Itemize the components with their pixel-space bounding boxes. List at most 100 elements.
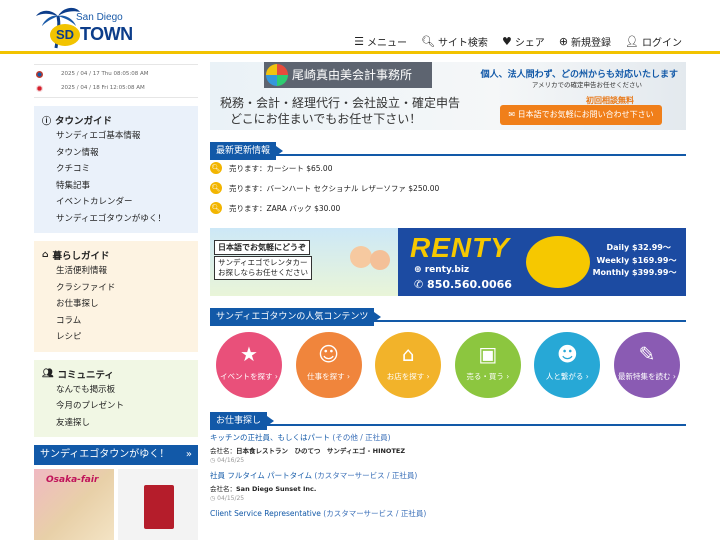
sidebar-item-town-goes[interactable]: サンディエゴタウンがゆく！ xyxy=(42,211,190,228)
jobs-list: キッチンの正社員、もしくはパート (その他 / 正社員) 会社名：日本食レストラ… xyxy=(210,432,686,519)
job-item: キッチンの正社員、もしくはパート (その他 / 正社員) 会社名：日本食レストラ… xyxy=(210,432,686,464)
find-jobs-button[interactable]: ☺ 仕事を探す › xyxy=(295,332,362,398)
search-icon: 🔍︎ xyxy=(210,202,222,214)
nav-login[interactable]: 👤︎ ログイン xyxy=(625,34,682,49)
read-features-button[interactable]: ✎ 最新特集を読む › xyxy=(613,332,680,398)
news-item[interactable]: 🔍︎ 売ります：カーシート $65.00 xyxy=(210,158,686,178)
job-company-label: 会社名： xyxy=(210,447,236,455)
job-title-link[interactable]: Client Service Representative (カスタマーサービス… xyxy=(210,508,686,519)
ad2-box2: サンディエゴでレンタカー お探しならお任せください xyxy=(214,256,312,280)
page: San Diego SD TOWN ☰ メニュー 🔍︎ サイト検索 ♥ シェア … xyxy=(0,0,720,540)
news-item[interactable]: 🔍︎ 売ります：バーンハート セクショナル レザーソファ $250.00 xyxy=(210,178,686,198)
users-icon: 👥︎ xyxy=(42,368,54,379)
us-flag-icon xyxy=(36,70,43,78)
ad2-rates: Daily $32.99〜 Weekly $169.99〜 Monthly $3… xyxy=(593,242,682,280)
sidebar-item-recipe[interactable]: レシピ xyxy=(42,329,190,346)
logo-city: San Diego xyxy=(76,12,123,23)
ad1-cta-label: 日本語でお気軽にお問い合わせ下さい xyxy=(517,110,654,119)
ad-renty-banner[interactable]: 日本語でお気軽にどうぞ サンディエゴでレンタカー お探しならお任せください RE… xyxy=(210,228,686,296)
sidebar-item-board[interactable]: なんでも掲示板 xyxy=(42,382,190,399)
find-events-button[interactable]: ★ イベントを探す › xyxy=(216,332,282,398)
mail-icon: ✉ xyxy=(508,110,518,119)
community-panel: 👥︎ コミュニティ なんでも掲示板 今月のプレゼント 友達探し xyxy=(34,359,198,437)
popular-contents: ★ イベントを探す › ☺ 仕事を探す › ⌂ お店を探す › ▣ 売る・買う … xyxy=(210,332,686,398)
connect-people-label: 人と繋がる › xyxy=(545,372,589,381)
sidebar-item-jobs[interactable]: お仕事探し xyxy=(42,296,190,313)
logo-town: TOWN xyxy=(80,24,133,44)
job-category: (カスタマーサービス / 正社員) xyxy=(314,471,418,480)
find-jobs-label: 仕事を探す › xyxy=(307,372,351,381)
rate-label: Monthly xyxy=(592,268,630,277)
thumb-passport[interactable] xyxy=(118,469,198,540)
town-guide-panel: ⓘ タウンガイド サンディエゴ基本情報 タウン情報 クチコミ 特集記事 イベント… xyxy=(34,106,198,233)
job-company: 会社名：日本食レストラン ひのてつ サンディエゴ - HINOTEZ xyxy=(210,445,686,455)
jp-time-text: 2025 / 04 / 18 Fri 12:05:08 AM xyxy=(61,85,145,91)
thumb-osaka-fair[interactable]: Osaka-fair xyxy=(34,469,114,540)
home-icon: ⌂ xyxy=(42,250,49,260)
news-section-header: 最新更新情報 xyxy=(210,138,686,160)
job-date: ◷ 04/16/25 xyxy=(210,457,686,464)
sidebar-item-classified[interactable]: クラシファイド xyxy=(42,280,190,297)
popular-section-title: サンディエゴタウンの人気コンテンツ xyxy=(210,308,382,326)
site-header: San Diego SD TOWN ☰ メニュー 🔍︎ サイト検索 ♥ シェア … xyxy=(0,0,720,54)
search-icon: 🔍︎ xyxy=(420,35,435,48)
nav-search-label: サイト検索 xyxy=(437,38,488,49)
job-company: 会社名：San Diego Sunset Inc. xyxy=(210,483,686,493)
nav-menu-label: メニュー xyxy=(366,38,407,49)
read-features-label: 最新特集を読む › xyxy=(618,372,676,381)
ad1-line2: どこにお住まいでもお任せ下さい！ xyxy=(230,112,422,126)
ad2-box2-line2: お探しならお任せください xyxy=(218,268,308,277)
sidebar-item-town-info[interactable]: タウン情報 xyxy=(42,145,190,162)
sidebar-item-living-info[interactable]: 生活便利情報 xyxy=(42,263,190,280)
town-guide-title-text: タウンガイド xyxy=(55,116,113,127)
ad2-phone: ✆ 850.560.0066 xyxy=(414,278,512,291)
rate-label: Daily xyxy=(606,243,630,252)
ad1-cta-button[interactable]: ✉ 日本語でお気軽にお問い合わせ下さい xyxy=(500,105,662,125)
community-title: 👥︎ コミュニティ xyxy=(42,366,190,382)
heart-icon: ♥ xyxy=(501,35,512,48)
sidebar-item-friends[interactable]: 友達探し xyxy=(42,415,190,432)
site-logo[interactable]: San Diego SD TOWN xyxy=(34,4,133,50)
info-icon: ⓘ xyxy=(42,116,52,127)
shopping-bag-icon: ▣ xyxy=(478,342,498,366)
town-goes-header[interactable]: サンディエゴタウンがゆく！ » xyxy=(34,445,198,465)
life-guide-title-text: 暮らしガイド xyxy=(52,251,110,262)
job-title-link[interactable]: キッチンの正社員、もしくはパート (その他 / 正社員) xyxy=(210,432,686,443)
ad2-box2-line1: サンディエゴでレンタカー xyxy=(218,258,308,267)
nav-register[interactable]: ⊕ 新規登録 xyxy=(559,34,611,49)
clock-box: 2025 / 04 / 17 Thu 08:05:08 AM 2025 / 04… xyxy=(34,64,198,98)
jobs-section-header: お仕事探し xyxy=(210,408,686,430)
sidebar-item-features[interactable]: 特集記事 xyxy=(42,178,190,195)
jobs-section-title: お仕事探し xyxy=(210,412,275,430)
sell-buy-label: 売る・買う › xyxy=(466,372,510,381)
news-list: 🔍︎ 売ります：カーシート $65.00 🔍︎ 売ります：バーンハート セクショ… xyxy=(210,158,686,218)
ad2-box1: 日本語でお気軽にどうぞ xyxy=(214,240,310,255)
nav-menu[interactable]: ☰ メニュー xyxy=(354,34,407,49)
rate-value: $32.99〜 xyxy=(632,243,671,252)
news-item-text: 売ります：カーシート $65.00 xyxy=(229,163,333,173)
connect-people-button[interactable]: ☻ 人と繋がる › xyxy=(534,332,601,398)
news-item-text: 売ります：ZARA バック $30.00 xyxy=(229,203,341,213)
find-shops-button[interactable]: ⌂ お店を探す › xyxy=(375,332,442,398)
job-title-link[interactable]: 社員 フルタイム パートタイム (カスタマーサービス / 正社員) xyxy=(210,470,686,481)
job-company-name: 日本食レストラン ひのてつ サンディエゴ - HINOTEZ xyxy=(236,447,406,455)
news-section-title: 最新更新情報 xyxy=(210,142,284,160)
nav-search[interactable]: 🔍︎ サイト検索 xyxy=(421,34,488,49)
sidebar-item-sd-basic[interactable]: サンディエゴ基本情報 xyxy=(42,128,190,145)
rate-value: $169.99〜 xyxy=(632,255,677,265)
calendar-star-icon: ★ xyxy=(240,342,258,366)
quill-icon: ✎ xyxy=(638,342,656,366)
rate-value: $399.99〜 xyxy=(632,268,677,277)
sidebar-item-column[interactable]: コラム xyxy=(42,313,190,330)
sell-buy-button[interactable]: ▣ 売る・買う › xyxy=(454,332,521,398)
job-title: Client Service Representative xyxy=(210,509,321,518)
ad-accounting-banner[interactable]: 尾崎真由美会計事務所 税務・会計・経理代行・会社設立・確定申告 どこにお住まいで… xyxy=(210,62,686,130)
jp-time: 2025 / 04 / 18 Fri 12:05:08 AM xyxy=(34,81,198,95)
sidebar-item-event-calendar[interactable]: イベントカレンダー xyxy=(42,194,190,211)
nav-share[interactable]: ♥ シェア xyxy=(502,34,545,49)
news-item[interactable]: 🔍︎ 売ります：ZARA バック $30.00 xyxy=(210,198,686,218)
sidebar-item-reviews[interactable]: クチコミ xyxy=(42,161,190,178)
job-date-text: 04/15/25 xyxy=(217,495,245,502)
find-events-label: イベントを探す › xyxy=(220,372,278,381)
sidebar-item-present[interactable]: 今月のプレゼント xyxy=(42,398,190,415)
